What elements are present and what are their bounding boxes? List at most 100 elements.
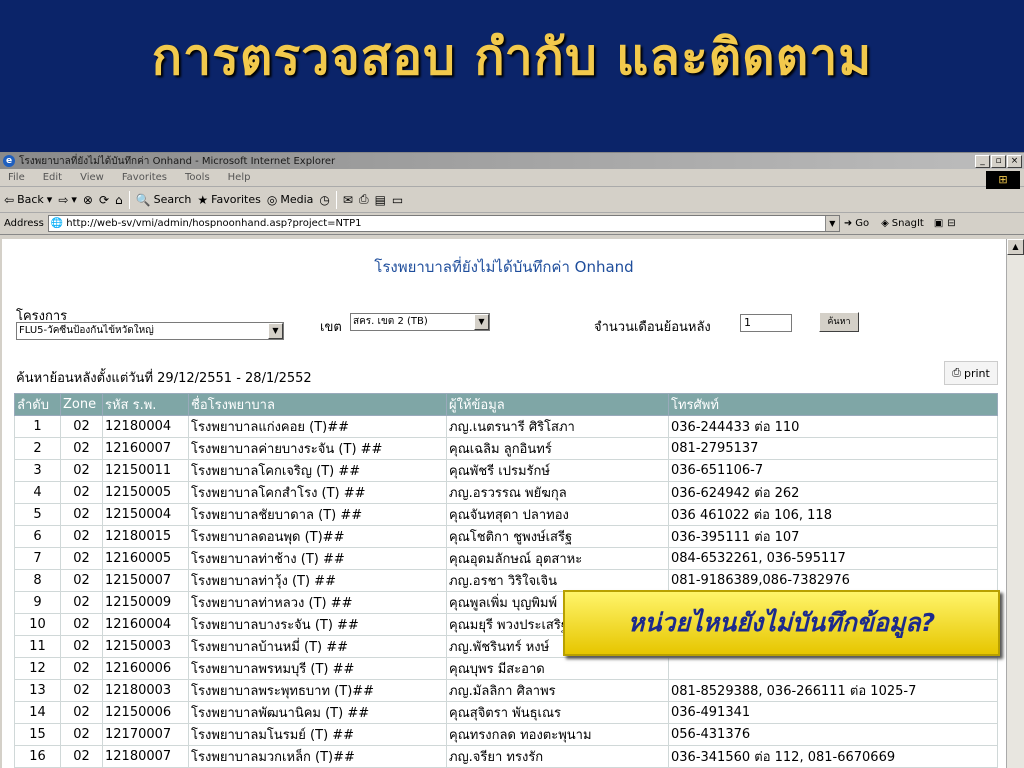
- cell-zone: 02: [60, 635, 103, 658]
- menu-tools[interactable]: Tools: [185, 172, 210, 183]
- cell-zone: 02: [60, 437, 103, 460]
- snagit-label: SnagIt: [891, 218, 924, 229]
- scroll-up-icon[interactable]: ▲: [1007, 239, 1024, 255]
- address-input[interactable]: 🌐 http://web-sv/vmi/admin/hospnoonhand.a…: [47, 215, 840, 232]
- col-header-informant: ผู้ให้ข้อมูล: [446, 393, 669, 416]
- media-button[interactable]: ◎ Media: [267, 193, 314, 207]
- search-label: Search: [153, 193, 192, 206]
- print-button[interactable]: ⎙ print: [944, 361, 998, 385]
- window-controls: _ ▫ ×: [975, 154, 1024, 168]
- stop-button[interactable]: ⊗: [83, 193, 93, 207]
- mail-button[interactable]: ✉: [343, 193, 353, 207]
- printer-icon: ⎙: [358, 192, 369, 206]
- cell-zone: 02: [60, 657, 103, 680]
- cell-zone: 02: [60, 613, 103, 636]
- table-row: 2 02 12160007 โรงพยาบาลค่ายบางระจัน (T) ## ค…: [14, 437, 998, 460]
- cell-zone: 02: [60, 547, 103, 570]
- history-button[interactable]: ◷: [319, 193, 329, 207]
- print-toolbar-button[interactable]: ⎙: [359, 192, 369, 207]
- cell-order: 16: [14, 745, 61, 768]
- home-button[interactable]: ⌂: [115, 193, 123, 207]
- cell-code: 12160007: [102, 437, 189, 460]
- toolbar: ⇦ Back ▾ ⇨ ▾ ⊗ ⟳ ⌂ 🔍 Search ★ Favorites ◎ Medi…: [0, 187, 1024, 213]
- go-button[interactable]: ➜ Go: [844, 218, 869, 229]
- search-button[interactable]: ค้นหา: [819, 312, 859, 332]
- refresh-icon: ⟳: [98, 192, 110, 207]
- cell-hospital: โรงพยาบาลบ้านหมี่ (T) ##: [188, 635, 447, 658]
- cell-order: 2: [14, 437, 61, 460]
- chevron-down-icon[interactable]: ▼: [268, 323, 283, 339]
- cell-code: 12160005: [102, 547, 189, 570]
- col-header-code: รหัส ร.พ.: [102, 393, 189, 416]
- table-row: 15 02 12170007 โรงพยาบาลมโนรมย์ (T) ## คุณทร…: [14, 723, 998, 746]
- cell-phone: 084-6532261, 036-595117: [668, 547, 998, 570]
- chevron-down-icon: ▾: [71, 193, 77, 206]
- cell-hospital: โรงพยาบาลท่าหลวง (T) ##: [188, 591, 447, 614]
- maximize-button[interactable]: ▫: [991, 154, 1006, 168]
- chevron-down-icon[interactable]: ▼: [474, 314, 489, 330]
- favorites-button[interactable]: ★ Favorites: [197, 193, 260, 207]
- zone-select[interactable]: สคร. เขต 2 (TB) ▼: [350, 313, 490, 331]
- project-select[interactable]: FLU5-วัคซีนป้องกันไข้หวัดใหญ่ ▼: [16, 322, 284, 340]
- cell-code: 12180003: [102, 679, 189, 702]
- months-label: จำนวนเดือนย้อนหลัง: [594, 320, 711, 335]
- col-header-zone: Zone: [60, 393, 103, 416]
- cell-informant: คุณโชติกา ชูพงษ์เสรีฐ: [446, 525, 669, 548]
- cell-code: 12150007: [102, 569, 189, 592]
- vertical-scrollbar[interactable]: ▲: [1006, 239, 1024, 768]
- cell-phone: 036-395111 ต่อ 107: [668, 525, 998, 548]
- minimize-button[interactable]: _: [975, 154, 990, 168]
- cell-code: 12160004: [102, 613, 189, 636]
- windows-logo-icon: ⊞: [986, 171, 1020, 189]
- cell-order: 10: [14, 613, 61, 636]
- cell-order: 11: [14, 635, 61, 658]
- menu-edit[interactable]: Edit: [43, 172, 62, 183]
- cell-code: 12170007: [102, 723, 189, 746]
- col-header-hospital: ชื่อโรงพยาบาล: [188, 393, 447, 416]
- cell-phone: 036-244433 ต่อ 110: [668, 415, 998, 438]
- discuss-button[interactable]: ▭: [392, 193, 403, 207]
- cell-zone: 02: [60, 481, 103, 504]
- chevron-down-icon[interactable]: ▼: [824, 216, 839, 231]
- menu-help[interactable]: Help: [228, 172, 251, 183]
- table-row: 16 02 12180007 โรงพยาบาลมวกเหล็ก (T)## ภญ.จร…: [14, 745, 998, 768]
- search-button-toolbar[interactable]: 🔍 Search: [136, 193, 192, 207]
- cell-hospital: โรงพยาบาลบางระจัน (T) ##: [188, 613, 447, 636]
- close-button[interactable]: ×: [1007, 154, 1022, 168]
- refresh-button[interactable]: ⟳: [99, 193, 109, 207]
- back-button[interactable]: ⇦ Back ▾: [4, 193, 52, 207]
- back-arrow-icon: ⇦: [4, 192, 15, 207]
- cell-phone: 036-491341: [668, 701, 998, 724]
- page-icon: 🌐: [50, 218, 64, 229]
- forward-arrow-icon: ⇨: [58, 192, 69, 207]
- cell-hospital: โรงพยาบาลโคกสำโรง (T) ##: [188, 481, 447, 504]
- snagit-options-icon[interactable]: ⊟: [947, 218, 955, 229]
- cell-order: 6: [14, 525, 61, 548]
- forward-button[interactable]: ⇨ ▾: [58, 193, 77, 207]
- favorites-label: Favorites: [211, 193, 261, 206]
- menu-bar: File Edit View Favorites Tools Help ⊞: [0, 169, 1024, 189]
- cell-phone: 036-651106-7: [668, 459, 998, 482]
- months-input[interactable]: 1: [740, 314, 792, 332]
- ie-logo-icon: e: [3, 155, 15, 167]
- cell-phone: 081-9186389,086-7382976: [668, 569, 998, 592]
- cell-order: 15: [14, 723, 61, 746]
- edit-button[interactable]: ▤: [375, 193, 386, 207]
- menu-favorites[interactable]: Favorites: [122, 172, 167, 183]
- media-label: Media: [280, 193, 314, 206]
- snagit-window-icon[interactable]: ▣: [934, 218, 943, 229]
- table-row: 7 02 12160005 โรงพยาบาลท่าช้าง (T) ## คุณอุด…: [14, 547, 998, 570]
- cell-zone: 02: [60, 723, 103, 746]
- cell-hospital: โรงพยาบาลท่าวุ้ง (T) ##: [188, 569, 447, 592]
- table-row: 8 02 12150007 โรงพยาบาลท่าวุ้ง (T) ## ภญ.อรช…: [14, 569, 998, 592]
- snagit-icon: ◈: [881, 218, 889, 229]
- address-label: Address: [4, 218, 44, 229]
- table-row: 14 02 12150006 โรงพยาบาลพัฒนานิคม (T) ## คุณ…: [14, 701, 998, 724]
- cell-code: 12150005: [102, 481, 189, 504]
- snagit-button[interactable]: ◈ SnagIt: [881, 218, 924, 229]
- cell-informant: คุณจันทสุดา ปลาทอง: [446, 503, 669, 526]
- cell-order: 13: [14, 679, 61, 702]
- menu-view[interactable]: View: [80, 172, 104, 183]
- menu-file[interactable]: File: [8, 172, 25, 183]
- project-value: FLU5-วัคซีนป้องกันไข้หวัดใหญ่: [19, 325, 154, 336]
